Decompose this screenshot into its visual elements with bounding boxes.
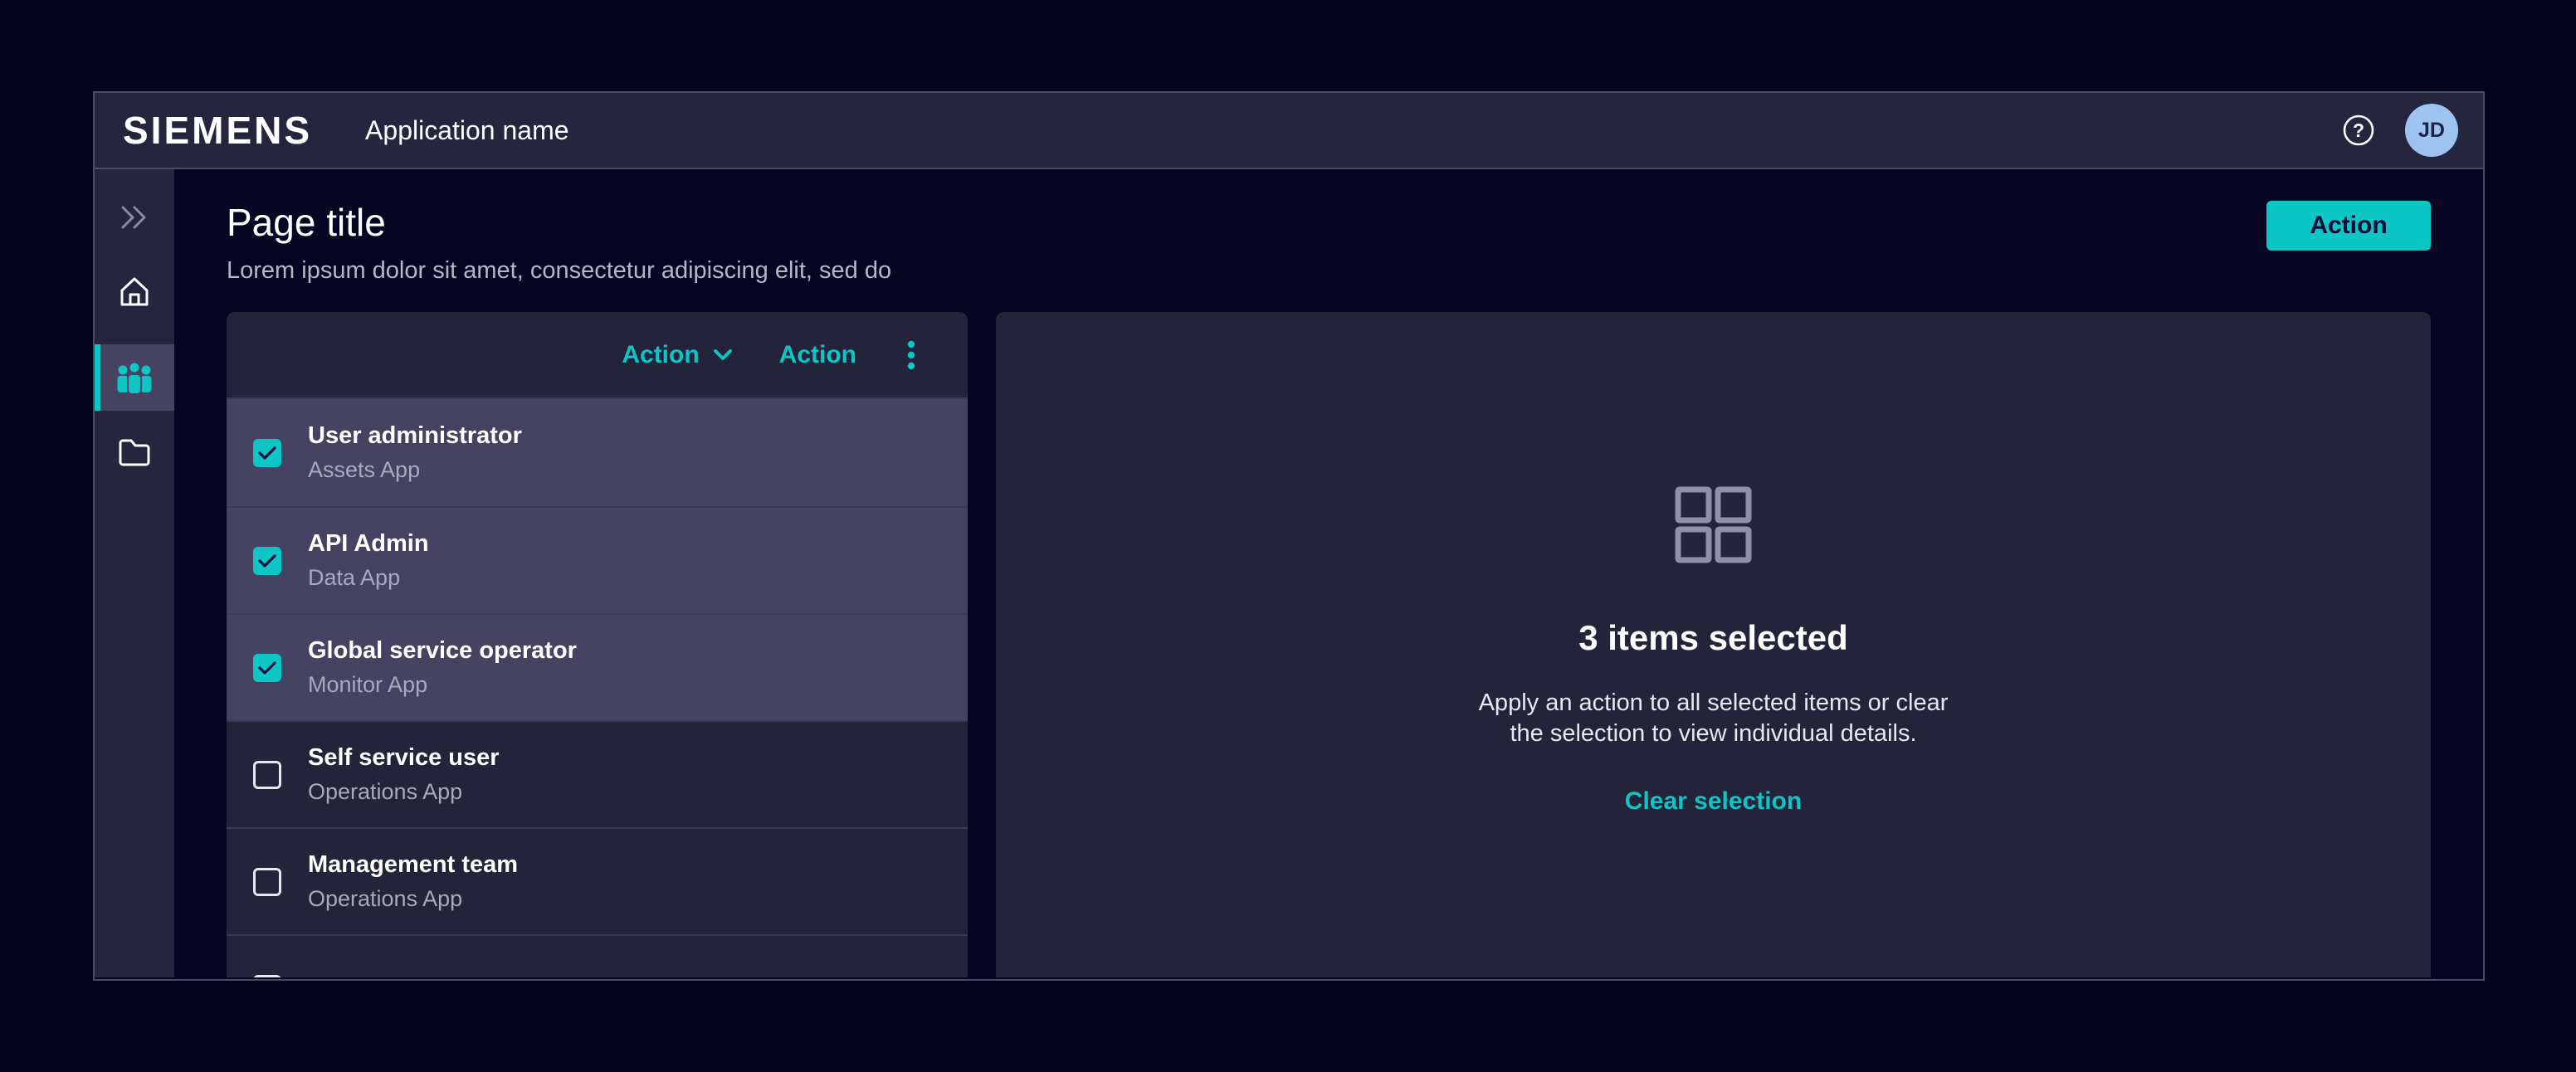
siemens-logo: SIEMENS xyxy=(123,108,312,153)
selection-help-text: Apply an action to all selected items or… xyxy=(1479,688,1949,749)
grid-items-icon xyxy=(1673,485,1754,565)
folder-icon xyxy=(117,436,152,466)
detail-panel: 3 items selected Apply an action to all … xyxy=(996,312,2431,977)
sidebar-item-users[interactable] xyxy=(95,344,174,411)
help-icon: ? xyxy=(2342,114,2375,147)
avatar[interactable]: JD xyxy=(2405,104,2458,157)
check-icon xyxy=(258,553,276,568)
list-toolbar: Action Action xyxy=(227,312,968,399)
checkbox-checked[interactable] xyxy=(253,439,281,467)
app-header: SIEMENS Application name ? JD xyxy=(95,93,2483,169)
checkbox-unchecked[interactable] xyxy=(253,868,281,896)
sidebar xyxy=(95,169,174,977)
selection-help-line1: Apply an action to all selected items or… xyxy=(1479,688,1949,719)
list-item-self-service-user[interactable]: Self service user Operations App xyxy=(227,720,968,827)
list-panel: Action Action xyxy=(227,312,968,977)
application-name: Application name xyxy=(365,115,568,146)
list-item-machine-user-administrator[interactable]: Machine user administrator xyxy=(227,934,968,977)
sidebar-collapse-button[interactable] xyxy=(95,184,174,251)
toolbar-action-dropdown[interactable]: Action xyxy=(622,341,732,369)
page-title: Page title xyxy=(227,199,891,246)
double-chevron-right-icon xyxy=(116,202,153,232)
app-window: SIEMENS Application name ? JD xyxy=(93,91,2485,981)
list-item-api-admin[interactable]: API Admin Data App xyxy=(227,506,968,613)
list-item-subtitle: Assets App xyxy=(308,457,522,483)
list-item-subtitle: Operations App xyxy=(308,779,500,805)
users-icon xyxy=(115,360,154,395)
toolbar-action-button-label: Action xyxy=(779,341,856,369)
kebab-menu-icon xyxy=(906,340,916,370)
list-item-subtitle: Data App xyxy=(308,565,429,591)
list-item-title: Self service user xyxy=(308,744,500,772)
list-item-title: User administrator xyxy=(308,422,522,450)
help-button[interactable]: ? xyxy=(2339,110,2378,150)
checkbox-checked[interactable] xyxy=(253,654,281,682)
checkbox-checked[interactable] xyxy=(253,547,281,575)
list-item-subtitle: Monitor App xyxy=(308,672,577,698)
list-item-title: Global service operator xyxy=(308,637,577,665)
list-item-title: Machine user administrator xyxy=(308,975,622,977)
check-icon xyxy=(258,660,276,675)
sidebar-item-home[interactable] xyxy=(95,251,174,331)
sidebar-item-projects[interactable] xyxy=(95,411,174,491)
selection-count-heading: 3 items selected xyxy=(1578,618,1848,658)
list-item-management-team[interactable]: Management team Operations App xyxy=(227,827,968,934)
list-item-title: Management team xyxy=(308,851,518,879)
main-content: Page title Lorem ipsum dolor sit amet, c… xyxy=(174,169,2483,977)
list-item-title: API Admin xyxy=(308,530,429,558)
check-icon xyxy=(258,446,276,460)
list-item-user-administrator[interactable]: User administrator Assets App xyxy=(227,399,968,506)
home-icon xyxy=(117,275,152,308)
selection-help-line2: the selection to view individual details… xyxy=(1479,719,1949,749)
toolbar-kebab-button[interactable] xyxy=(903,335,920,375)
checkbox-unchecked[interactable] xyxy=(253,761,281,789)
list-item-global-service-operator[interactable]: Global service operator Monitor App xyxy=(227,613,968,720)
checkbox-unchecked[interactable] xyxy=(253,975,281,978)
toolbar-action-button[interactable]: Action xyxy=(779,341,856,369)
list-item-subtitle: Operations App xyxy=(308,886,518,912)
page-subtitle: Lorem ipsum dolor sit amet, consectetur … xyxy=(227,257,891,285)
page-action-button[interactable]: Action xyxy=(2266,201,2431,251)
clear-selection-link[interactable]: Clear selection xyxy=(1625,787,1802,816)
chevron-down-icon xyxy=(713,348,733,362)
svg-text:?: ? xyxy=(2353,119,2364,141)
toolbar-action-dropdown-label: Action xyxy=(622,341,699,369)
